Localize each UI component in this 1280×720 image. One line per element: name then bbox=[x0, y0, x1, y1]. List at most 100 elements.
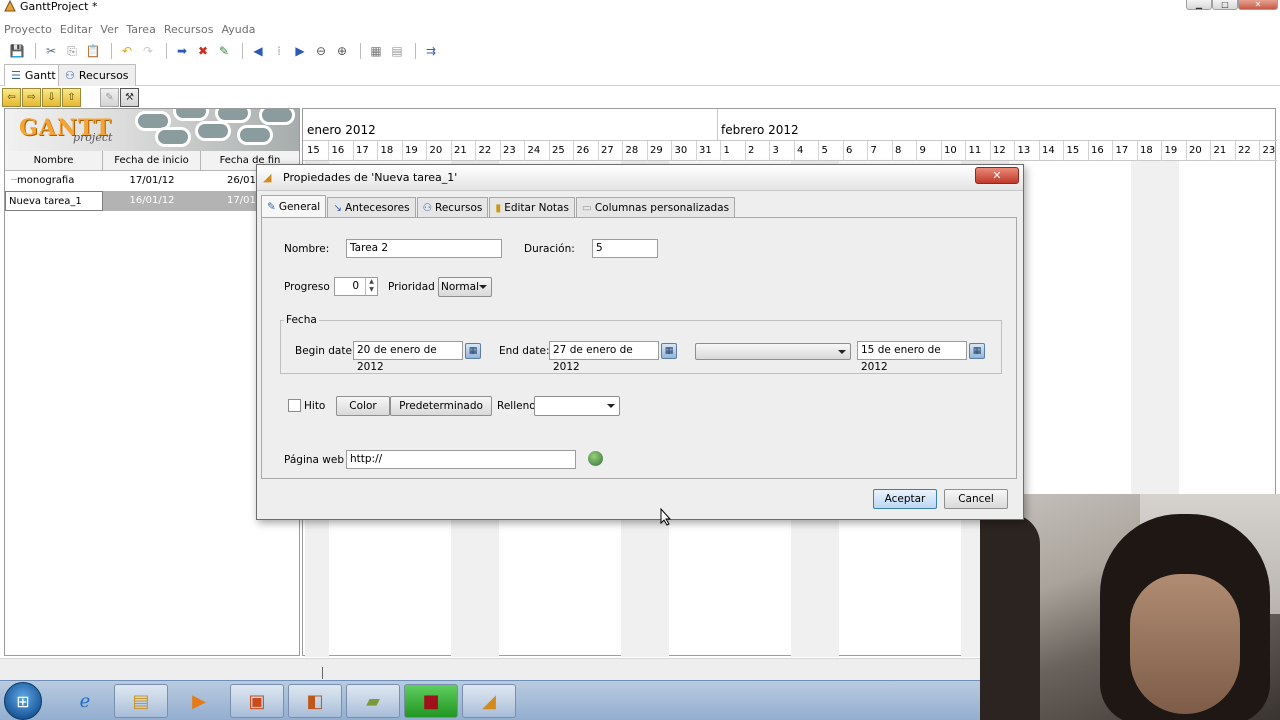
menu-proyecto[interactable]: Proyecto bbox=[0, 22, 56, 38]
calendar-icon[interactable]: ▦ bbox=[661, 343, 677, 359]
link-icon[interactable]: ⚒ bbox=[120, 88, 139, 107]
file-explorer-icon[interactable]: ▤ bbox=[114, 684, 168, 718]
column-header-inicio[interactable]: Fecha de inicio bbox=[103, 151, 201, 171]
toolbar-separator bbox=[242, 43, 243, 59]
gantt-tab-icon: ☰ bbox=[11, 68, 21, 82]
zoom-out-icon[interactable]: ⊖ bbox=[312, 42, 330, 60]
camera-app-icon[interactable]: ■ bbox=[404, 684, 458, 718]
tab-editar-notas[interactable]: ▮ Editar Notas bbox=[489, 197, 575, 217]
menu-ayuda[interactable]: Ayuda bbox=[217, 22, 259, 38]
end-date-field[interactable]: 27 de enero de 2012 bbox=[549, 341, 659, 373]
column-header-nombre[interactable]: Nombre bbox=[5, 151, 103, 171]
day-label: 14 bbox=[1040, 141, 1064, 161]
fecha-group: Begin date: 20 de enero de 2012 ▦ End da… bbox=[280, 320, 1002, 374]
copy-icon[interactable]: ⎘ bbox=[63, 42, 81, 60]
menu-tarea[interactable]: Tarea bbox=[122, 22, 159, 38]
day-label: 15 bbox=[1065, 141, 1089, 161]
menu-recursos[interactable]: Recursos bbox=[160, 22, 218, 38]
aceptar-button[interactable]: Aceptar bbox=[873, 489, 937, 509]
color-button[interactable]: Color bbox=[336, 396, 390, 416]
cut-icon[interactable]: ✂ bbox=[42, 42, 60, 60]
spinner-arrows-icon[interactable]: ▲ ▼ bbox=[365, 278, 377, 295]
tab-gantt[interactable]: ☰ Gantt bbox=[4, 64, 63, 86]
cancel-button[interactable]: Cancel bbox=[944, 489, 1008, 509]
nombre-field[interactable]: Tarea 2 bbox=[346, 239, 502, 258]
scroll-right-icon[interactable]: ▶ bbox=[291, 42, 309, 60]
calendar-icon[interactable]: ▦ bbox=[465, 343, 481, 359]
day-label: 17 bbox=[354, 141, 378, 161]
menu-ver[interactable]: Ver bbox=[96, 22, 122, 38]
redo-icon[interactable]: ↷ bbox=[139, 42, 157, 60]
day-label: 9 bbox=[918, 141, 942, 161]
delete-icon[interactable]: ✖ bbox=[194, 42, 212, 60]
calendar-icon[interactable]: ▦ bbox=[969, 343, 985, 359]
dialog-close-button[interactable]: ✕ bbox=[975, 167, 1019, 184]
paste-icon[interactable]: 📋 bbox=[84, 42, 102, 60]
begin-date-field[interactable]: 20 de enero de 2012 bbox=[353, 341, 463, 373]
prioridad-select[interactable]: Normal bbox=[438, 277, 492, 297]
undo-icon[interactable]: ↶ bbox=[118, 42, 136, 60]
scroll-center-icon[interactable]: ⁞ bbox=[270, 42, 288, 60]
day-label: 3 bbox=[771, 141, 795, 161]
logo-hex bbox=[237, 125, 273, 145]
close-icon[interactable]: ✕ bbox=[1238, 0, 1278, 10]
arrow-right-icon[interactable]: ⇨ bbox=[22, 88, 41, 107]
menu-bar: Proyecto Editar Ver Tarea Recursos Ayuda bbox=[0, 22, 1280, 38]
pagina-web-field[interactable]: http:// bbox=[346, 450, 576, 469]
baseline-icon[interactable]: ▤ bbox=[388, 42, 406, 60]
arrow-down-icon[interactable]: ⇩ bbox=[42, 88, 61, 107]
tab-recursos-dialog[interactable]: ⚇ Recursos bbox=[416, 197, 489, 217]
third-date-field[interactable]: 15 de enero de 2012 bbox=[857, 341, 967, 373]
dialog-titlebar[interactable]: ◢ Propiedades de 'Nueva tarea_1' ✕ bbox=[257, 165, 1023, 191]
arrow-left-icon[interactable]: ⇦ bbox=[2, 88, 21, 107]
arrow-up-icon[interactable]: ⇧ bbox=[62, 88, 81, 107]
windows-start-icon[interactable]: ⊞ bbox=[4, 682, 42, 720]
relleno-select[interactable] bbox=[534, 396, 620, 416]
media-player-icon[interactable]: ▶ bbox=[172, 684, 226, 718]
tab-recursos[interactable]: ⚇ Recursos bbox=[58, 64, 136, 86]
menu-editar[interactable]: Editar bbox=[56, 22, 97, 38]
task-toolbar: ⇦ ⇨ ⇩ ⇧ ✎ ⚒ bbox=[2, 88, 139, 108]
scroll-left-icon[interactable]: ◀ bbox=[249, 42, 267, 60]
save-icon[interactable]: 💾 bbox=[8, 42, 26, 60]
predeterminado-button[interactable]: Predeterminado bbox=[390, 396, 492, 416]
globe-icon[interactable] bbox=[588, 451, 603, 466]
critical-path-icon[interactable]: ▦ bbox=[367, 42, 385, 60]
day-label: 10 bbox=[942, 141, 966, 161]
day-label: 18 bbox=[379, 141, 403, 161]
office-icon[interactable]: ▣ bbox=[230, 684, 284, 718]
hito-checkbox[interactable] bbox=[288, 399, 301, 412]
duracion-field[interactable]: 5 bbox=[592, 239, 658, 258]
notes-icon[interactable]: ▰ bbox=[346, 684, 400, 718]
day-label: 1 bbox=[722, 141, 746, 161]
minimize-icon[interactable]: ▁ bbox=[1186, 0, 1212, 10]
day-label: 21 bbox=[452, 141, 476, 161]
chevron-down-icon bbox=[838, 350, 846, 354]
internet-explorer-icon[interactable]: ℯ bbox=[58, 684, 112, 718]
day-label: 2 bbox=[746, 141, 770, 161]
zoom-in-icon[interactable]: ⊕ bbox=[333, 42, 351, 60]
ganttproject-taskbar-icon[interactable]: ◢ bbox=[462, 684, 516, 718]
fecha-group-label: Fecha bbox=[284, 314, 319, 326]
nombre-label: Nombre: bbox=[284, 243, 330, 255]
toolbar-separator bbox=[166, 43, 167, 59]
table-row[interactable]: ┄monografia 17/01/12 26/01 bbox=[5, 171, 299, 191]
properties-icon[interactable]: ✎ bbox=[215, 42, 233, 60]
prioridad-label: Prioridad bbox=[388, 281, 435, 293]
logo-hex bbox=[215, 109, 251, 123]
tab-antecesores[interactable]: ↘ Antecesores bbox=[327, 197, 416, 217]
paint-icon[interactable]: ◧ bbox=[288, 684, 342, 718]
maximize-icon[interactable]: □ bbox=[1212, 0, 1238, 10]
table-row[interactable]: Nueva tarea_1 16/01/12 17/01 bbox=[5, 191, 299, 211]
day-label: 24 bbox=[526, 141, 550, 161]
month-label: febrero 2012 bbox=[721, 123, 799, 137]
tab-general[interactable]: ✎ General bbox=[261, 195, 327, 217]
date-type-select[interactable] bbox=[695, 343, 851, 360]
task-name-cell: ┄monografia bbox=[5, 171, 103, 191]
tab-antecesores-label: Antecesores bbox=[345, 201, 410, 214]
indent-icon[interactable]: ➡ bbox=[173, 42, 191, 60]
day-label: 16 bbox=[330, 141, 354, 161]
unlink-icon[interactable]: ✎ bbox=[100, 88, 119, 107]
link-tasks-icon[interactable]: ⇉ bbox=[422, 42, 440, 60]
tab-columnas[interactable]: ▭ Columnas personalizadas bbox=[575, 197, 736, 217]
